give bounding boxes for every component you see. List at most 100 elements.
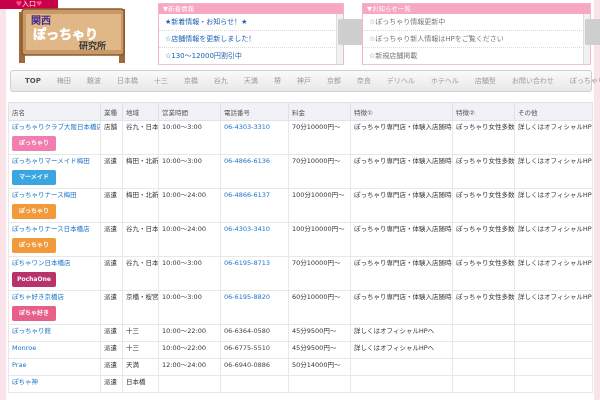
cell-text: ぽっちゃり専門店・体験入店随時募集 [354,157,452,165]
table-cell: 派遣 [100,290,123,325]
phone-link[interactable]: 06-4303-3310 [220,120,289,155]
shop-name-link[interactable]: ぽっちゃり館 [8,324,101,342]
phone-link[interactable]: 06-6195-8713 [220,256,289,291]
nav-item[interactable]: 京橋 [176,76,206,86]
cell-text: 10:00～3:00 [162,157,202,165]
phone-link[interactable]: 06-4866-6137 [220,188,289,223]
table-cell: 70分10000円～ [288,256,351,291]
table-cell [158,375,221,393]
news-item[interactable]: ☆ぽっちゃり新人情報はHPをご覧ください [363,31,590,48]
phone-link[interactable]: 06-6195-8820 [220,290,289,325]
phone-link[interactable]: 06-6940-0886 [220,358,289,376]
cell-text: 12:00～24:00 [162,361,206,369]
cell-text: 10:00～3:00 [162,123,202,131]
main-nav: TOP 梅田 難波 日本橋 十三 京橋 谷九 天満 堺 神戸 京都 奈良 デリヘ… [10,70,600,92]
table-cell: 派遣 [100,154,123,189]
table-cell: 派遣 [100,222,123,257]
shop-banner[interactable]: ぽっちゃり [12,238,56,253]
shop-name-link[interactable]: ぽちゃワン日本橋店 PochaOne [8,256,101,291]
table-cell: 詳しくはオフィシャルHPへ [350,324,453,342]
cell-text: ぽっちゃり専門店・体験入店随時募集 [354,225,452,233]
shop-name-link[interactable]: ぽっちゃりナース日本橋店 ぽっちゃり [8,222,101,257]
cell-text: ぽっちゃりマーメイド梅田 [12,157,90,165]
table-cell: 店舗 [100,120,123,155]
cell-text: ぽっちゃり女性多数在籍中 [456,259,515,267]
cell-text: 十三 [126,327,139,335]
nav-item[interactable]: 京都 [319,76,349,86]
cell-text: ぽっちゃり館 [12,327,51,335]
shop-name-link[interactable]: ぽっちゃりマーメイド梅田マーメイド [8,154,101,189]
table-row: ぽっちゃりマーメイド梅田マーメイド派遣梅田・北新地10:00～3:0006-48… [8,154,593,189]
cell-text: 10:00～22:00 [162,344,206,352]
table-cell: 京橋・桜宮 [122,290,159,325]
table-row: ぽっちゃりクラブ大阪日本橋店ぽっちゃり店舗谷九・日本橋10:00～3:00 06-… [8,120,593,155]
table-cell: 谷九・日本橋 [122,120,159,155]
shop-banner[interactable]: マーメイド [12,170,56,185]
news-item[interactable]: ★新着情報・お知らせ！★ [159,14,343,31]
shop-banner[interactable]: PochaOne [12,272,56,287]
shop-name-link[interactable]: ぽちゃ好き京橋店 ぽちゃ好き [8,290,101,325]
shop-banner[interactable]: ぽっちゃり [12,136,56,151]
nav-item[interactable]: ぽっちゃり研究所 [562,76,600,86]
shop-banner[interactable]: ぽちゃ好き [12,306,56,321]
nav-item-top[interactable]: TOP [11,77,49,85]
nav-item[interactable]: 梅田 [49,76,79,86]
nav-item[interactable]: ホテヘル [423,76,467,86]
table-cell: 12:00～24:00 [158,358,221,376]
cell-text: 06-4866-6136 [224,157,271,165]
nav-item[interactable]: お問い合わせ [504,76,562,86]
nav-item[interactable]: 谷九 [206,76,236,86]
news-box-left-header: ▼新着情報 [159,4,343,14]
phone-link[interactable]: 06-6775-5510 [220,341,289,359]
shop-name-link[interactable]: Prae [8,358,101,376]
table-cell: 10:00～22:00 [158,324,221,342]
cell-text: 谷九・日本橋 [126,123,159,131]
cell-text: 詳しくはオフィシャルHPへ [518,123,593,131]
nav-item[interactable]: デリヘル [379,76,423,86]
shop-banner[interactable]: ぽっちゃり [12,204,56,219]
shop-name-link[interactable]: ぽっちゃりクラブ大阪日本橋店 ぽっちゃり [8,120,101,155]
table-header-row: 店名 業種 地域 営業時間 電話番号 料金 特徴① 特徴② その他 [8,102,593,121]
phone-link[interactable]: 06-4866-6136 [220,154,289,189]
nav-item[interactable]: 堺 [266,76,289,86]
table-cell: ぽっちゃり専門店・体験入店随時募集中 [350,290,453,325]
cell-text: 50分14000円～ [292,361,341,369]
cell-text: 10:00～24:00 [162,191,206,199]
logo-text-3: 研究所 [79,40,106,52]
table-cell: 詳しくはオフィシャルHPへ [514,222,593,257]
table-cell: ぽっちゃり専門店・体験入店随時募集 [350,154,453,189]
site-logo[interactable]: 関西 ぽっちゃり 研究所 [19,6,127,63]
shop-name-link[interactable]: Monroe [8,341,101,359]
news-item[interactable]: ☆新規店舗掲載 [363,48,590,65]
table-row: Prae 派遣 天満 12:00～24:00 06-6940-0886 50分14000円… [8,358,593,376]
nav-item[interactable]: 十三 [146,76,176,86]
nav-item[interactable]: 神戸 [289,76,319,86]
phone-link[interactable]: 06-6364-0580 [220,324,289,342]
table-cell: ぽっちゃり専門店・体験入店随時募集 [350,222,453,257]
cell-text: ぽっちゃり女性多数在籍中 [456,191,515,199]
nav-item[interactable]: 難波 [79,76,109,86]
nav-item[interactable]: 日本橋 [109,76,146,86]
cell-text: 派遣 [104,344,117,352]
cell-text: 派遣 [104,361,117,369]
nav-item[interactable]: 天満 [236,76,266,86]
nav-item[interactable]: 奈良 [349,76,379,86]
phone-link[interactable] [220,375,289,393]
news-right-scrollbar[interactable] [583,14,600,64]
news-item[interactable]: ☆ぽっちゃり情報更新中 [363,14,590,31]
news-item[interactable]: ☆店舗情報を更新しました！ [159,31,343,48]
table-cell: ぽっちゃり女性多数在籍中 [452,256,515,291]
phone-link[interactable]: 06-4303-3410 [220,222,289,257]
scrollbar-thumb[interactable] [585,19,600,45]
news-left-scrollbar[interactable] [336,14,382,64]
table-row: ぽちゃワン日本橋店 PochaOne 派遣 谷九・日本橋10:00～3:00 06-61… [8,256,593,291]
cell-text: 派遣 [104,157,117,165]
news-box-right: ▼お知らせ一覧 ☆ぽっちゃり情報更新中 ☆ぽっちゃり新人情報はHPをご覧ください… [362,3,600,65]
news-item[interactable]: ☆130～12000円割引中 [159,48,343,65]
column-header: 特徴① [350,102,453,121]
shop-name-link[interactable]: ぽっちゃりナース梅田 ぽっちゃり [8,188,101,223]
shop-name-link[interactable]: ぽちゃ神 [8,375,101,393]
cell-text: 詳しくはオフィシャルHPへ [354,344,435,352]
nav-item[interactable]: 店舗型 [467,76,504,86]
table-row: ぽっちゃりナース日本橋店ぽっちゃり派遣谷九・日本橋10:00～24:0006-4… [8,222,593,257]
